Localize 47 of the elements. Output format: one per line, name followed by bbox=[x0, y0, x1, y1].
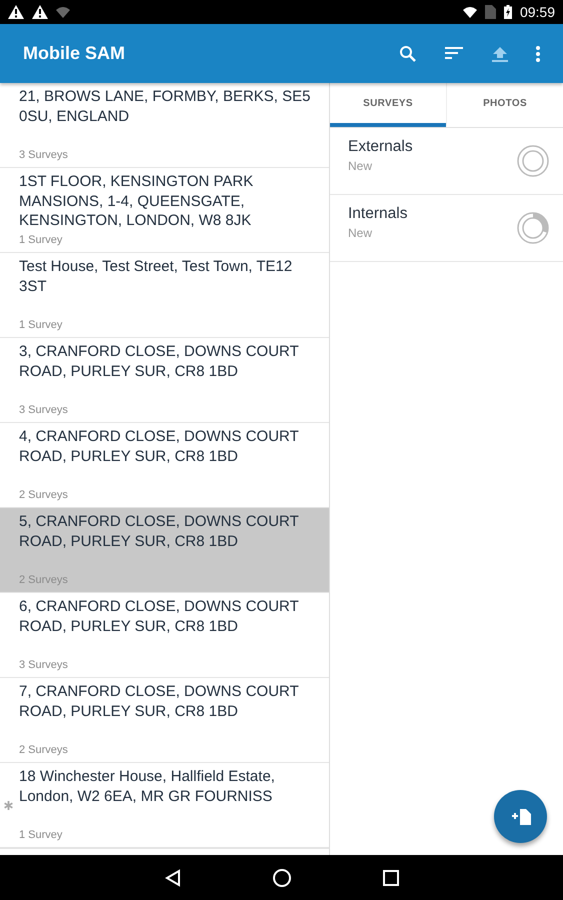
clock: 09:59 bbox=[520, 4, 555, 20]
address-text: 5, CRANFORD CLOSE, DOWNS COURT ROAD, PURLEY SUR, CR8 1BD bbox=[19, 512, 300, 551]
address-text: 21, BROWS LANE, FORMBY, BERKS, SE5 0SU, ENGLAND bbox=[19, 87, 312, 126]
app-title: Mobile SAM bbox=[23, 43, 126, 64]
survey-count: 1 Survey bbox=[19, 319, 64, 331]
survey-count: 1 Survey bbox=[19, 829, 64, 841]
no-sim-icon bbox=[484, 5, 496, 19]
property-row[interactable]: 18 Winchester House, Hallfield Estate, London, W2 6EA, MR GR FOURNISS 1 Survey bbox=[0, 763, 329, 848]
survey-status: New bbox=[348, 226, 374, 240]
add-survey-button[interactable] bbox=[494, 790, 547, 843]
survey-count: 2 Surveys bbox=[19, 744, 69, 756]
address-text: 4, CRANFORD CLOSE, DOWNS COURT ROAD, PURLEY SUR, CR8 1BD bbox=[19, 427, 300, 466]
survey-name: Externals bbox=[348, 138, 414, 156]
battery-icon bbox=[504, 5, 512, 19]
survey-count: 3 Surveys bbox=[19, 659, 69, 671]
upload-icon bbox=[492, 46, 508, 62]
tab[interactable]: SURVEYS bbox=[330, 83, 446, 127]
warning-icon bbox=[8, 5, 24, 19]
wifi-icon bbox=[56, 6, 70, 18]
search-icon bbox=[399, 44, 417, 62]
survey-name: Internals bbox=[348, 205, 408, 223]
address-text: 18 Winchester House, Hallfield Estate, London, W2 6EA, MR GR FOURNISS bbox=[19, 767, 276, 806]
survey-count: 1 Survey bbox=[19, 234, 64, 246]
warning-icon bbox=[32, 5, 48, 19]
property-row[interactable]: 7, CRANFORD CLOSE, DOWNS COURT ROAD, PURLEY SUR, CR8 1BD 2 Surveys bbox=[0, 678, 329, 763]
property-row[interactable]: 5, CRANFORD CLOSE, DOWNS COURT ROAD, PURLEY SUR, CR8 1BD 2 Surveys bbox=[0, 508, 329, 593]
add-document-icon bbox=[510, 806, 532, 826]
address-text: Test House, Test Street, Test Town, TE12 3ST bbox=[19, 257, 294, 296]
property-row[interactable]: 1ST FLOOR, KENSINGTON PARK MANSIONS, 1-4, QUEENSGATE, KENSINGTON, LONDON, W8 8JK 1 Survey bbox=[0, 168, 329, 253]
address-text: 3, CRANFORD CLOSE, DOWNS COURT ROAD, PURLEY SUR, CR8 1BD bbox=[19, 342, 300, 381]
sort-icon bbox=[445, 47, 463, 60]
property-row[interactable]: 21, BROWS LANE, FORMBY, BERKS, SE5 0SU, ENGLAND 3 Surveys bbox=[0, 83, 329, 168]
address-text: 1ST FLOOR, KENSINGTON PARK MANSIONS, 1-4, QUEENSGATE, KENSINGTON, LONDON, W8 8JK bbox=[19, 172, 254, 230]
more-icon bbox=[536, 46, 540, 62]
survey-count: 3 Surveys bbox=[19, 149, 69, 161]
tab[interactable]: PHOTOS bbox=[446, 83, 563, 127]
address-text: 6, CRANFORD CLOSE, DOWNS COURT ROAD, PURLEY SUR, CR8 1BD bbox=[19, 597, 300, 636]
survey-count: 2 Surveys bbox=[19, 489, 69, 501]
property-row[interactable]: 3, CRANFORD CLOSE, DOWNS COURT ROAD, PURLEY SUR, CR8 1BD 3 Surveys bbox=[0, 338, 329, 423]
survey-count: 3 Surveys bbox=[19, 404, 69, 416]
wifi-icon bbox=[462, 6, 477, 18]
survey-status: New bbox=[348, 159, 374, 173]
progress-ring bbox=[517, 145, 549, 177]
property-row[interactable]: 6, CRANFORD CLOSE, DOWNS COURT ROAD, PURLEY SUR, CR8 1BD 3 Surveys bbox=[0, 593, 329, 678]
address-text: 7, CRANFORD CLOSE, DOWNS COURT ROAD, PURLEY SUR, CR8 1BD bbox=[19, 682, 300, 721]
property-row[interactable]: Test House, Test Street, Test Town, TE12 3ST 1 Survey bbox=[0, 253, 329, 338]
survey-count: 2 Surveys bbox=[19, 574, 69, 586]
